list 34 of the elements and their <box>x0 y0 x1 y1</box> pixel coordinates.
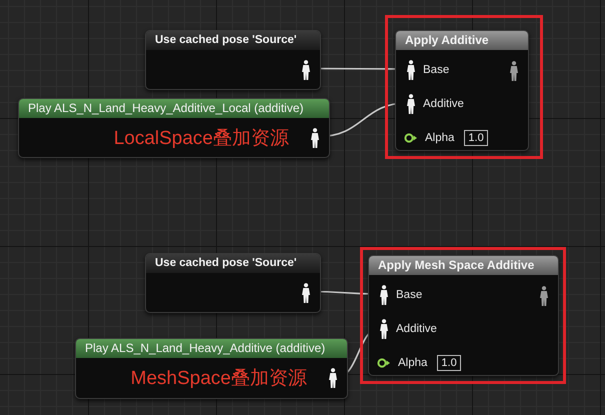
annotation-text: MeshSpace叠加资源 <box>130 367 307 391</box>
graph-node[interactable]: Play ALS_N_Land_Heavy_Additive_Local (additive) LocalSpace叠加资源 <box>18 98 330 158</box>
pin-label: Base <box>423 64 450 76</box>
graph-node[interactable]: Use cached pose 'Source' <box>145 30 321 90</box>
node-title: Use cached pose 'Source' <box>146 254 320 273</box>
pin-label: Additive <box>396 323 437 335</box>
pin-label: Alpha <box>398 357 428 369</box>
pin-label: Alpha <box>425 132 454 144</box>
pin-icon[interactable] <box>404 133 417 143</box>
value-field[interactable]: 1.0 <box>437 355 461 371</box>
value-field[interactable]: 1.0 <box>464 130 488 146</box>
node-title: Play ALS_N_Land_Heavy_Additive_Local (additive) <box>19 99 329 118</box>
graph-node[interactable]: Use cached pose 'Source' <box>145 253 321 313</box>
person-icon <box>540 286 548 306</box>
pin-icon[interactable] <box>377 358 390 368</box>
person-icon[interactable] <box>302 282 310 302</box>
person-icon[interactable] <box>302 60 310 80</box>
annotation-text: LocalSpace叠加资源 <box>114 126 289 150</box>
person-icon <box>510 61 518 81</box>
graph-node[interactable]: Apply Mesh Space Additive Base Additive Alpha 1.0 <box>368 255 559 376</box>
person-icon[interactable] <box>329 368 337 388</box>
person-icon[interactable] <box>380 285 388 305</box>
pin-label: Base <box>396 289 422 301</box>
node-title: Apply Mesh Space Additive <box>369 256 558 275</box>
node-title: Play ALS_N_Land_Heavy_Additive (additive) <box>76 339 347 358</box>
pin-label: Additive <box>423 98 464 110</box>
node-title: Use cached pose 'Source' <box>146 31 320 50</box>
person-icon[interactable] <box>407 94 415 114</box>
node-title: Apply Additive <box>396 31 528 50</box>
person-icon[interactable] <box>311 128 319 148</box>
graph-node[interactable]: Apply Additive Base Additive Alpha 1.0 <box>395 30 529 151</box>
person-icon[interactable] <box>380 319 388 339</box>
graph-node[interactable]: Play ALS_N_Land_Heavy_Additive (additive) MeshSpace叠加资源 <box>75 338 348 399</box>
person-icon[interactable] <box>407 60 415 80</box>
